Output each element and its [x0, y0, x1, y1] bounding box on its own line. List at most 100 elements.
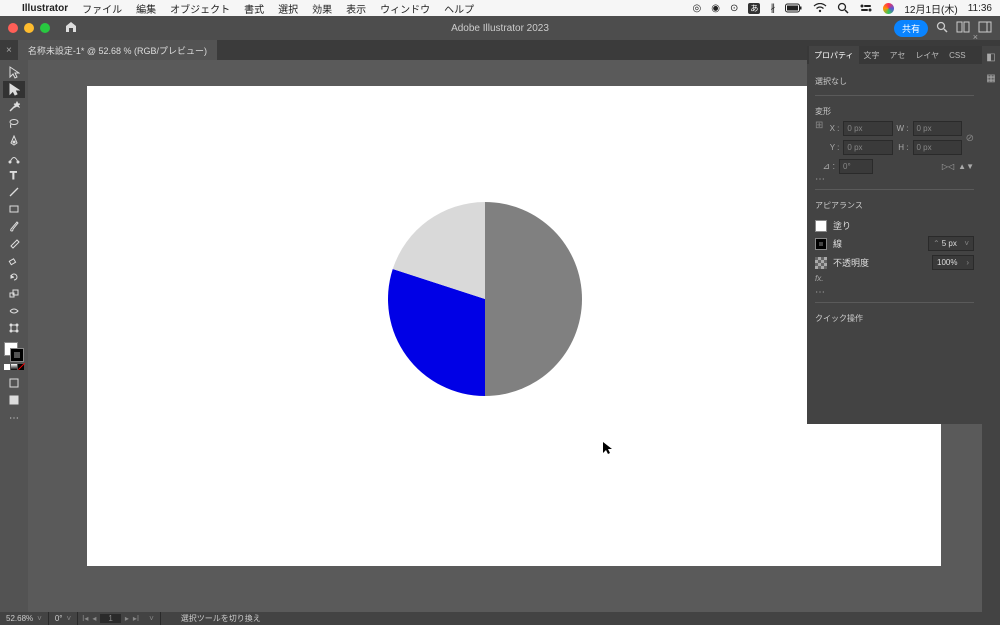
document-tab-label: 名称未設定-1* @ 52.68 % (RGB/プレビュー): [28, 44, 207, 57]
menu-window[interactable]: ウィンドウ: [380, 1, 430, 16]
selection-tool[interactable]: [3, 64, 25, 81]
artboard-last-icon[interactable]: ▸I: [133, 614, 139, 623]
arrange-icon[interactable]: [956, 21, 970, 36]
statusbar-date[interactable]: 12月1日(木): [904, 1, 957, 16]
app-name[interactable]: Illustrator: [22, 3, 68, 14]
statusbar-wifi-icon[interactable]: [813, 3, 827, 13]
document-tab[interactable]: 名称未設定-1* @ 52.68 % (RGB/プレビュー): [18, 40, 217, 60]
statusbar-ime-icon[interactable]: あ: [748, 3, 760, 14]
statusbar-bluetooth-icon[interactable]: ∦: [770, 3, 775, 14]
direct-selection-tool[interactable]: [3, 81, 25, 98]
menu-effect[interactable]: 効果: [312, 1, 332, 16]
solid-color-icon[interactable]: [4, 364, 10, 370]
artboard-dropdown[interactable]: ˅: [143, 612, 161, 625]
quick-actions-heading: クイック操作: [815, 307, 974, 328]
tab-properties[interactable]: プロパティ: [809, 46, 859, 64]
flip-v-icon[interactable]: ▲▼: [958, 162, 974, 171]
type-tool[interactable]: T: [3, 166, 25, 183]
artboard-next-icon[interactable]: ▸: [125, 614, 129, 623]
home-icon[interactable]: [64, 21, 78, 36]
workspace-icon[interactable]: [978, 21, 992, 36]
line-tool[interactable]: [3, 183, 25, 200]
stroke-swatch[interactable]: [10, 348, 24, 362]
angle-field[interactable]: 0°: [839, 159, 873, 174]
menu-select[interactable]: 選択: [278, 1, 298, 16]
tab-css[interactable]: CSS: [944, 46, 970, 64]
statusbar-siri-icon[interactable]: [883, 3, 894, 14]
share-button[interactable]: 共有: [894, 20, 928, 37]
opacity-swatch-icon[interactable]: [815, 257, 827, 269]
fill-swatch-icon[interactable]: [815, 220, 827, 232]
drawing-mode-tool[interactable]: [3, 374, 25, 391]
flip-h-icon[interactable]: ▷◁: [942, 162, 954, 171]
dock-swatches-icon[interactable]: ▦: [986, 73, 995, 84]
screen-mode-tool[interactable]: [3, 391, 25, 408]
reference-point-icon[interactable]: ⊞: [815, 121, 823, 155]
link-wh-icon[interactable]: ⊘: [966, 133, 974, 144]
window-zoom-button[interactable]: [40, 23, 50, 33]
search-icon[interactable]: [936, 21, 948, 36]
pie-segment-gray[interactable]: [485, 202, 582, 396]
x-field[interactable]: 0 px: [843, 121, 892, 136]
pie-graph[interactable]: [387, 201, 583, 397]
tab-character[interactable]: 文字: [859, 46, 885, 64]
tab-close-icon[interactable]: ×: [0, 45, 18, 56]
mouse-cursor-icon: [602, 441, 614, 455]
fx-label[interactable]: fx.: [815, 274, 823, 283]
fill-stroke-indicator[interactable]: [4, 342, 24, 362]
statusbar-line-icon[interactable]: ◉: [711, 3, 720, 14]
menu-file[interactable]: ファイル: [82, 1, 122, 16]
opacity-field[interactable]: 100% ›: [932, 255, 974, 270]
statusbar-controlcenter-icon[interactable]: [859, 3, 873, 13]
rotate-tool[interactable]: [3, 268, 25, 285]
statusbar-clock-icon[interactable]: ⊙: [730, 3, 738, 14]
none-color-icon[interactable]: [18, 364, 24, 370]
window-close-button[interactable]: [8, 23, 18, 33]
panel-collapse-icon[interactable]: ×: [973, 32, 978, 42]
transform-more-icon[interactable]: ⋯: [815, 174, 974, 185]
rotate-field[interactable]: 0°˅: [49, 612, 78, 625]
tab-assets[interactable]: アセ: [885, 46, 911, 64]
h-field[interactable]: 0 px: [913, 140, 962, 155]
artboard-prev-icon[interactable]: ◂: [92, 614, 96, 623]
statusbar-cc-icon[interactable]: ◎: [692, 3, 701, 14]
width-tool[interactable]: [3, 302, 25, 319]
free-transform-tool[interactable]: [3, 319, 25, 336]
eraser-tool[interactable]: [3, 251, 25, 268]
menu-object[interactable]: オブジェクト: [170, 1, 230, 16]
y-label: Y :: [827, 143, 839, 152]
statusbar-time[interactable]: 11:36: [968, 3, 992, 14]
stroke-weight-field[interactable]: ⌃ 5 px ˅: [928, 236, 974, 251]
statusbar-battery-icon[interactable]: [785, 3, 803, 13]
selection-status: 選択なし: [815, 70, 974, 91]
zoom-field[interactable]: 52.68%˅: [0, 612, 49, 625]
stroke-swatch-icon[interactable]: [815, 238, 827, 250]
gradient-icon[interactable]: [11, 364, 17, 370]
properties-panel: × プロパティ 文字 アセ レイヤ CSS 選択なし 変形 ⊞ X : 0 px…: [807, 46, 982, 424]
magic-wand-tool[interactable]: [3, 98, 25, 115]
artboard-number-field[interactable]: 1: [100, 614, 120, 623]
menu-help[interactable]: ヘルプ: [444, 1, 474, 16]
rectangle-tool[interactable]: [3, 200, 25, 217]
transform-heading: 変形: [815, 100, 974, 121]
menu-view[interactable]: 表示: [346, 1, 366, 16]
statusbar-spotlight-icon[interactable]: [837, 2, 849, 14]
tab-layers[interactable]: レイヤ: [910, 46, 944, 64]
y-field[interactable]: 0 px: [843, 140, 892, 155]
angle-label: ⊿ :: [815, 161, 835, 172]
menu-type[interactable]: 書式: [244, 1, 264, 16]
edit-toolbar-icon[interactable]: ⋯: [3, 410, 25, 427]
artboard-first-icon[interactable]: I◂: [82, 614, 88, 623]
appearance-more-icon[interactable]: ⋯: [815, 287, 974, 298]
w-field[interactable]: 0 px: [913, 121, 962, 136]
curvature-tool[interactable]: [3, 149, 25, 166]
pen-tool[interactable]: [3, 132, 25, 149]
menu-edit[interactable]: 編集: [136, 1, 156, 16]
dock-color-icon[interactable]: ◧: [986, 52, 995, 63]
window-minimize-button[interactable]: [24, 23, 34, 33]
scale-tool[interactable]: [3, 285, 25, 302]
shaper-tool[interactable]: [3, 234, 25, 251]
paintbrush-tool[interactable]: [3, 217, 25, 234]
statusbar: 52.68%˅ 0°˅ I◂ ◂ 1 ▸ ▸I ˅ 選択ツールを切り換え: [0, 612, 1000, 625]
lasso-tool[interactable]: [3, 115, 25, 132]
